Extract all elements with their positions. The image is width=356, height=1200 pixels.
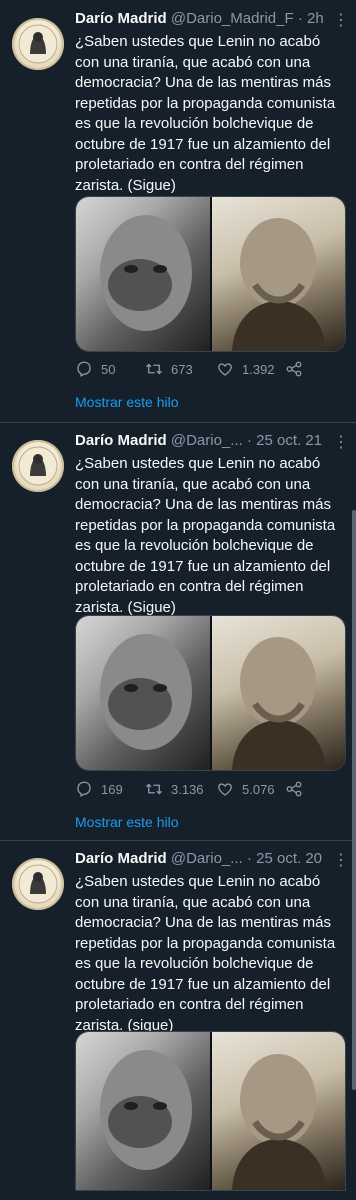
tweet-actions: 50 673 1.392	[75, 357, 343, 381]
tweet[interactable]: Darío Madrid @Dario_Madrid_F · 2h ⋮ ¿Sab…	[0, 0, 356, 422]
tweet-text: ¿Saben ustedes que Lenin no acabó con un…	[75, 454, 347, 618]
more-icon[interactable]: ⋮	[333, 10, 350, 30]
reply-icon	[77, 361, 91, 377]
scrollbar[interactable]	[352, 510, 356, 1090]
separator: ·	[297, 10, 303, 27]
retweet-count: 673	[171, 361, 193, 377]
author-name[interactable]: Darío Madrid	[75, 10, 167, 27]
separator: ·	[246, 432, 252, 449]
tweet-body: ¿Saben ustedes que Lenin no acabó con un…	[75, 455, 336, 616]
tweet[interactable]: Darío Madrid @Dario_... · 25 oct. 21 ⋮ ¿…	[0, 422, 356, 840]
lenin-photo[interactable]	[76, 1032, 210, 1190]
retweet-button[interactable]: 673	[145, 357, 193, 381]
tweet-header: Darío Madrid @Dario_... · 25 oct. 21	[75, 432, 343, 452]
author-handle[interactable]: @Dario_...	[171, 850, 243, 867]
avatar[interactable]	[12, 440, 64, 492]
separator: ·	[246, 850, 252, 867]
more-icon[interactable]: ⋮	[333, 850, 350, 870]
timestamp[interactable]: 2h	[307, 10, 324, 27]
like-count: 1.392	[242, 361, 275, 377]
tweet-text: ¿Saben ustedes que Lenin no acabó con un…	[75, 872, 347, 1036]
avatar[interactable]	[12, 18, 64, 70]
tweet-text: ¿Saben ustedes que Lenin no acabó con un…	[75, 32, 347, 196]
tweet-actions: 169 3.136 5.076	[75, 777, 343, 801]
timestamp[interactable]: 25 oct. 21	[256, 432, 322, 449]
share-button[interactable]	[285, 777, 303, 801]
reply-count: 169	[101, 781, 123, 797]
reply-button[interactable]: 50	[75, 357, 115, 381]
tweet-suffix: (Sigue)	[123, 176, 176, 194]
author-name[interactable]: Darío Madrid	[75, 850, 167, 867]
show-thread-link[interactable]: Mostrar este hilo	[75, 814, 178, 830]
nicholas-photo[interactable]	[212, 1032, 345, 1190]
retweet-button[interactable]: 3.136	[145, 777, 204, 801]
nicholas-photo[interactable]	[212, 197, 345, 351]
author-handle[interactable]: @Dario_Madrid_F	[171, 10, 294, 27]
retweet-icon	[146, 363, 162, 375]
tweet-media[interactable]	[75, 196, 346, 352]
author-handle[interactable]: @Dario_...	[171, 432, 243, 449]
like-button[interactable]: 1.392	[216, 357, 275, 381]
share-icon	[286, 781, 302, 797]
timestamp[interactable]: 25 oct. 20	[256, 850, 322, 867]
author-name[interactable]: Darío Madrid	[75, 432, 167, 449]
share-button[interactable]	[285, 357, 303, 381]
tweet-body: ¿Saben ustedes que Lenin no acabó con un…	[75, 873, 336, 1034]
retweet-count: 3.136	[171, 781, 204, 797]
avatar[interactable]	[12, 858, 64, 910]
more-icon[interactable]: ⋮	[333, 432, 350, 452]
reply-count: 50	[101, 361, 116, 377]
tweet[interactable]: Darío Madrid @Dario_... · 25 oct. 20 ⋮ ¿…	[0, 840, 356, 1200]
show-thread-link[interactable]: Mostrar este hilo	[75, 394, 178, 410]
retweet-icon	[146, 783, 162, 795]
tweet-header: Darío Madrid @Dario_... · 25 oct. 20	[75, 850, 343, 870]
tweet-header: Darío Madrid @Dario_Madrid_F · 2h	[75, 10, 343, 30]
like-icon	[218, 783, 232, 796]
tweet-body: ¿Saben ustedes que Lenin no acabó con un…	[75, 33, 336, 194]
reply-button[interactable]: 169	[75, 777, 123, 801]
lenin-photo[interactable]	[76, 616, 210, 770]
tweet-media[interactable]	[75, 615, 346, 771]
tweet-suffix: (Sigue)	[123, 598, 176, 616]
lenin-photo[interactable]	[76, 197, 210, 351]
like-button[interactable]: 5.076	[216, 777, 275, 801]
share-icon	[286, 361, 302, 377]
like-count: 5.076	[242, 781, 275, 797]
tweet-media[interactable]	[75, 1031, 346, 1191]
like-icon	[218, 363, 232, 376]
nicholas-photo[interactable]	[212, 616, 345, 770]
reply-icon	[77, 781, 91, 797]
